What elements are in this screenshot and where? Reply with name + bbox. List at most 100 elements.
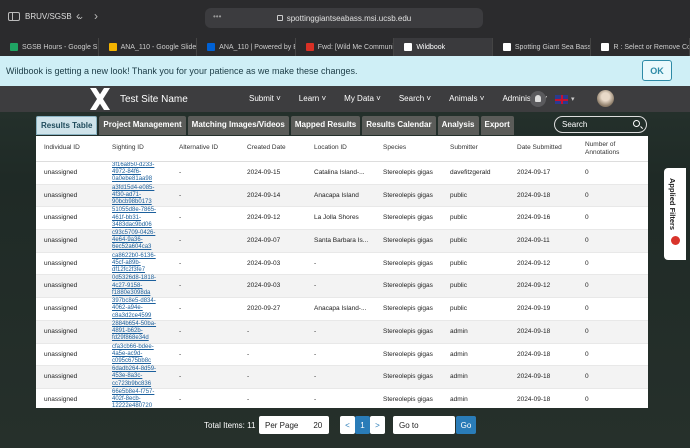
table-header: Individual ID Sighting ID Alternative ID Cr…	[36, 136, 648, 162]
sighting-id-link[interactable]: a3fd15d4-e085- 4f30-ad71- 90bcb98b0173	[112, 185, 154, 207]
sighting-id-link[interactable]: cfa3cb66-bdee- 4a5e-ac9d- c095c675bb8c	[112, 344, 154, 366]
menu-item[interactable]: Search ˅	[399, 94, 431, 103]
column-header[interactable]: Species	[383, 144, 406, 152]
sighting-id-link[interactable]: 0d5326d8-1818- 4c27-9158- f1880e3098da	[112, 275, 156, 297]
table-cell: -	[179, 282, 182, 290]
go-button[interactable]: Go	[456, 416, 476, 434]
browser-tab[interactable]: Wildbook	[394, 38, 493, 56]
table-row[interactable]: unassigned ca8622b0-6136- 45cf-a89b- df12…	[36, 253, 648, 276]
browser-tabs: SGSB Hours - Google She... ANA_110 - Goog…	[0, 38, 690, 56]
prev-page-button[interactable]: <	[340, 416, 355, 434]
sighting-id-link[interactable]: 6dadb264-8d59- 453e-8a3c- cc723b9bc836	[112, 366, 156, 388]
profile-switcher[interactable]: BRUV/SGSB ⌄	[8, 11, 84, 22]
table-cell: -	[179, 191, 182, 199]
table-cell: Stereolepis gigas	[383, 350, 433, 358]
column-header[interactable]: Location ID	[314, 144, 347, 152]
back-icon[interactable]: ‹	[76, 9, 80, 23]
table-row[interactable]: unassigned 0d5326d8-1818- 4c27-9158- f188…	[36, 275, 648, 299]
wildbook-logo[interactable]	[88, 86, 112, 112]
menu-item[interactable]: My Data ˅	[344, 94, 381, 103]
table-cell: -	[247, 373, 250, 381]
table-cell: La Jolla Shores	[314, 214, 359, 222]
sighting-id-link[interactable]: ca8622b0-6136- 45cf-a89b- df12fc2f3fe7	[112, 253, 156, 275]
sighting-id-link[interactable]: c93c5709-0426- 4e64-9a36- 6ec52a604ca3	[112, 230, 155, 252]
browser-tab[interactable]: SGSB Hours - Google She...	[0, 38, 99, 56]
table-row[interactable]: unassigned a3fd15d4-e085- 4f30-ad71- 90bc…	[36, 184, 648, 208]
table-cell: 2024-09-18	[517, 327, 551, 335]
table-cell: -	[179, 350, 182, 358]
search-input[interactable]: Search	[554, 116, 647, 133]
view-tab[interactable]: Matching Images/Videos	[187, 116, 289, 135]
per-page-select[interactable]: Per Page 20	[259, 416, 329, 434]
table-cell: public	[450, 237, 467, 245]
view-tab[interactable]: Results Calendar	[362, 116, 436, 135]
table-cell: 0	[585, 305, 589, 313]
more-icon[interactable]: •••	[213, 12, 221, 21]
site-title[interactable]: Test Site Name	[120, 94, 188, 105]
table-row[interactable]: unassigned 66e5b8e4-f757- 402f-8ecb- 1222…	[36, 389, 648, 408]
sighting-id-link[interactable]: 397bc8e5-d834- 4062-a94e- c8a3d2ce4599	[112, 298, 156, 320]
forward-icon[interactable]: ›	[94, 9, 98, 23]
browser-tab[interactable]: Spotting Giant Sea Bass	[493, 38, 592, 56]
table-row[interactable]: unassigned 2884b654-50ba- 4891-b62b- fd29…	[36, 320, 648, 344]
table-cell: 2020-09-27	[247, 305, 281, 313]
view-tab[interactable]: Project Management	[99, 116, 186, 135]
next-page-button[interactable]: >	[370, 416, 385, 434]
table-cell: 2024-09-15	[247, 169, 281, 176]
filter-badge	[671, 236, 680, 245]
view-tab[interactable]: Mapped Results	[290, 116, 361, 135]
table-cell: 2024-09-18	[517, 350, 551, 358]
browser-tab[interactable]: ANA_110 | Powered by Box	[197, 38, 296, 56]
table-row[interactable]: unassigned 3f16a850-d233- 4972-84f6- 0a0e…	[36, 162, 648, 185]
table-cell: admin	[450, 350, 468, 358]
table-cell: 0	[585, 259, 589, 267]
chevron-down-icon[interactable]: ▾	[571, 95, 575, 103]
address-bar[interactable]: ••• spottinggiantseabass.msi.ucsb.edu	[205, 8, 483, 28]
table-cell: Anacapa Island	[314, 191, 359, 199]
view-tab[interactable]: Results Table	[36, 116, 98, 135]
table-cell: Stereolepis gigas	[383, 214, 433, 222]
table-row[interactable]: unassigned 397bc8e5-d834- 4062-a94e- c8a3…	[36, 298, 648, 321]
sidebar-icon[interactable]	[8, 12, 20, 21]
table-row[interactable]: unassigned 51055d8e-7865- 461f-bb31- 3483…	[36, 207, 648, 231]
table-row[interactable]: unassigned cfa3cb66-bdee- 4a5e-ac9d- c095…	[36, 344, 648, 367]
column-header[interactable]: Number of Annotations	[585, 141, 619, 157]
ok-button[interactable]: OK	[642, 60, 672, 81]
language-flag-icon[interactable]	[555, 95, 568, 104]
sighting-id-link[interactable]: 51055d8e-7865- 461f-bb31- 3483dac9bd06	[112, 207, 156, 229]
table-cell: 2024-09-18	[517, 373, 551, 381]
sighting-id-link[interactable]: 2884b654-50ba- 4891-b62b- fd29f868e34d	[112, 321, 156, 343]
menu-item[interactable]: Animals ˅	[449, 94, 484, 103]
view-tab[interactable]: Analysis	[437, 116, 479, 135]
sighting-id-link[interactable]: 3f16a850-d233- 4972-84f6- 0a0ebe81aa98	[112, 162, 154, 184]
browser-tab[interactable]: R : Select or Remove Colu...	[591, 38, 690, 56]
browser-tab[interactable]: Fwd: [Wild Me Communit...	[296, 38, 395, 56]
search-icon[interactable]	[633, 120, 640, 127]
table-cell: -	[179, 214, 182, 222]
browser-tab[interactable]: ANA_110 - Google Slides	[99, 38, 198, 56]
browser-tab-label: Wildbook	[416, 43, 446, 51]
column-header[interactable]: Date Submitted	[517, 144, 562, 152]
table-cell: 0	[585, 237, 589, 245]
avatar[interactable]	[597, 90, 614, 107]
table-cell: -	[179, 373, 182, 381]
current-page-button[interactable]: 1	[355, 416, 370, 434]
goto-page-input[interactable]: Go to	[393, 416, 455, 434]
table-row[interactable]: unassigned 6dadb264-8d59- 453e-8a3c- cc72…	[36, 366, 648, 389]
column-header[interactable]: Submitter	[450, 144, 478, 152]
applied-filters-tab[interactable]: Applied Filters	[664, 168, 686, 260]
view-tab[interactable]: Export	[480, 116, 514, 135]
column-header[interactable]: Created Date	[247, 144, 286, 152]
table-cell: -	[314, 350, 317, 358]
notification-bell-icon[interactable]	[530, 91, 546, 107]
column-header[interactable]: Alternative ID	[179, 144, 218, 152]
column-header[interactable]: Individual ID	[44, 144, 80, 152]
menu-item[interactable]: Learn ˅	[299, 94, 326, 103]
table-cell: -	[247, 350, 250, 358]
column-header[interactable]: Sighting ID	[112, 144, 144, 152]
table-cell: Stereolepis gigas	[383, 395, 433, 403]
sighting-id-link[interactable]: 66e5b8e4-f757- 402f-8ecb- 12222e480720	[112, 389, 154, 408]
nav-arrows: ‹ ›	[76, 9, 98, 23]
menu-item[interactable]: Submit ˅	[249, 94, 281, 103]
table-row[interactable]: unassigned c93c5709-0426- 4e64-9a36- 6ec5…	[36, 230, 648, 253]
